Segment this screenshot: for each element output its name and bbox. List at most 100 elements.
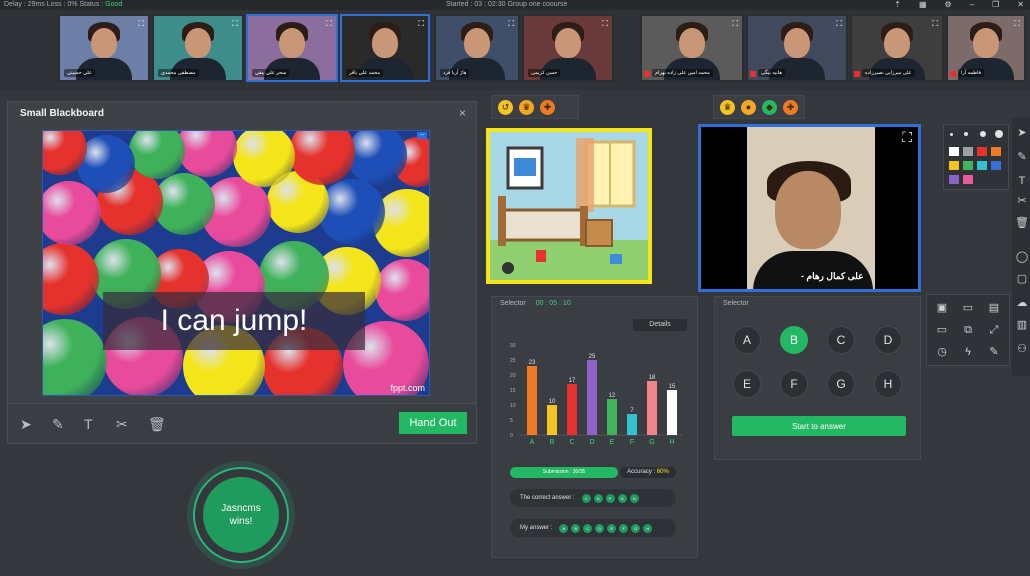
fullscreen-icon[interactable]: ⛶ bbox=[1014, 19, 1020, 29]
fullscreen-icon[interactable]: ⛶ bbox=[732, 19, 738, 29]
chat-icon[interactable]: ▢ bbox=[1015, 272, 1029, 286]
blackboard-canvas[interactable]: I can jump! fppt.com – bbox=[42, 130, 430, 396]
gift-icon[interactable]: ✚ bbox=[783, 99, 798, 115]
color-swatch[interactable] bbox=[963, 161, 973, 170]
option-h-button[interactable]: H bbox=[874, 370, 902, 398]
option-g-button[interactable]: G bbox=[827, 370, 855, 398]
share-screen-icon[interactable]: ⧉ bbox=[961, 323, 975, 337]
color-swatch[interactable] bbox=[977, 161, 987, 170]
size-medium-icon[interactable] bbox=[964, 132, 968, 136]
grid-icon[interactable]: ▦ bbox=[919, 0, 927, 9]
fullscreen-icon[interactable]: ⛶ bbox=[932, 19, 938, 29]
fullscreen-icon[interactable]: ⛶ bbox=[508, 19, 514, 29]
option-d-button[interactable]: D bbox=[874, 326, 902, 354]
trophy-icon[interactable]: ♛ bbox=[720, 99, 735, 115]
participant-name: هانیه بیگی bbox=[758, 69, 785, 77]
answer-dot: G bbox=[631, 523, 641, 533]
pen-icon[interactable]: ✎ bbox=[1015, 150, 1029, 164]
users-icon[interactable]: ⚇ bbox=[1015, 342, 1029, 356]
participant-tile[interactable]: مصطفى محمدي ⛶ bbox=[152, 14, 244, 82]
scissors-icon[interactable]: ✂ bbox=[1015, 194, 1029, 208]
text-icon[interactable]: T bbox=[1015, 174, 1029, 188]
close-icon[interactable]: × bbox=[459, 106, 466, 120]
stage-icon[interactable]: ◆ bbox=[762, 99, 777, 115]
microphone-icon[interactable]: ● bbox=[741, 99, 756, 115]
size-xlarge-icon[interactable] bbox=[995, 130, 1003, 138]
color-swatch[interactable] bbox=[949, 161, 959, 170]
recording-icon bbox=[950, 71, 956, 77]
upload-icon[interactable]: ⇡ bbox=[894, 0, 901, 9]
pointer-icon[interactable]: ➤ bbox=[20, 416, 32, 433]
featured-student-video[interactable]: - علی کمال رهام ⛶ bbox=[698, 124, 921, 292]
participant-tile[interactable]: علی میرزایی نصیرزاده ⛶ bbox=[850, 14, 944, 82]
undo-icon[interactable]: ↺ bbox=[498, 99, 513, 115]
bar-value-label: 12 bbox=[609, 393, 616, 399]
option-f-button[interactable]: F bbox=[780, 370, 808, 398]
my-answer-row: My answer : ABCDEFGH bbox=[510, 519, 676, 537]
color-swatch[interactable] bbox=[963, 147, 973, 156]
save-icon[interactable]: ▤ bbox=[987, 301, 1001, 315]
ball-shape bbox=[319, 179, 385, 245]
participant-tile[interactable]: محمد امین علی زاده بهرام ⛶ bbox=[640, 14, 744, 82]
restore-icon[interactable]: ❐ bbox=[992, 0, 999, 9]
option-e-button[interactable]: E bbox=[733, 370, 761, 398]
participant-tile[interactable]: هانیه بیگی ⛶ bbox=[746, 14, 848, 82]
start-to-answer-button[interactable]: Start to answer bbox=[732, 416, 906, 436]
trash-icon[interactable]: 🗑 bbox=[1015, 216, 1029, 230]
category-label: G bbox=[649, 439, 654, 446]
answer-dot: C bbox=[583, 523, 593, 533]
scissors-icon[interactable]: ✂ bbox=[116, 416, 128, 433]
screen-icon[interactable]: ▭ bbox=[935, 323, 949, 337]
image-icon[interactable]: ▣ bbox=[935, 301, 949, 315]
option-b-button[interactable]: B bbox=[780, 326, 808, 354]
details-button[interactable]: Details bbox=[633, 319, 687, 331]
color-swatch[interactable] bbox=[991, 161, 1001, 170]
minimize-icon[interactable]: – bbox=[970, 0, 974, 9]
gear-icon[interactable]: ⚙ bbox=[945, 0, 952, 9]
size-small-icon[interactable] bbox=[950, 133, 953, 136]
fullscreen-icon[interactable]: ⛶ bbox=[902, 129, 912, 146]
bar-value-label: 15 bbox=[669, 384, 676, 390]
participant-tile[interactable]: حسن کریمی ⛶ bbox=[522, 14, 614, 82]
fullscreen-icon[interactable]: ⛶ bbox=[418, 19, 424, 29]
trash-icon[interactable]: 🗑 bbox=[148, 416, 166, 433]
trophy-icon[interactable]: ♛ bbox=[519, 99, 534, 115]
bar-e bbox=[607, 399, 617, 435]
color-swatch[interactable] bbox=[949, 175, 959, 184]
size-large-icon[interactable] bbox=[980, 131, 986, 137]
gift-icon[interactable]: ✚ bbox=[540, 99, 555, 115]
participant-tile[interactable]: فاطمه آرا ⛶ bbox=[946, 14, 1026, 82]
pen-icon[interactable]: ✎ bbox=[52, 416, 64, 433]
participant-tile[interactable]: علي حسيني ⛶ bbox=[58, 14, 150, 82]
hand-out-button[interactable]: Hand Out bbox=[399, 412, 467, 434]
lightning-icon[interactable]: ϟ bbox=[961, 345, 975, 359]
close-icon[interactable]: ✕ bbox=[1017, 0, 1024, 9]
color-swatch[interactable] bbox=[949, 147, 959, 156]
participant-tile[interactable]: سحر علي بيقي ⛶ bbox=[246, 14, 338, 82]
participant-tile[interactable]: هاژ آریا فرد ⛶ bbox=[434, 14, 520, 82]
edit-icon[interactable]: ✎ bbox=[987, 345, 1001, 359]
option-a-button[interactable]: A bbox=[733, 326, 761, 354]
cloud-icon[interactable]: ☁ bbox=[1015, 296, 1029, 310]
fullscreen-icon[interactable]: ⛶ bbox=[138, 19, 144, 29]
minimize-icon[interactable]: – bbox=[417, 132, 427, 139]
participant-name: مصطفى محمدي bbox=[158, 69, 199, 77]
fullscreen-icon[interactable]: ⛶ bbox=[836, 19, 842, 29]
option-c-button[interactable]: C bbox=[827, 326, 855, 354]
color-swatch[interactable] bbox=[963, 175, 973, 184]
timer-icon[interactable]: ◷ bbox=[935, 345, 949, 359]
color-swatch[interactable] bbox=[977, 147, 987, 156]
participant-tile[interactable]: محمد علي باقر ⛶ bbox=[340, 14, 430, 82]
student-reward-bar: ♛ ● ◆ ✚ bbox=[713, 95, 805, 119]
pointer-icon[interactable]: ➤ bbox=[1015, 126, 1029, 140]
fullscreen-icon[interactable]: ⛶ bbox=[326, 19, 332, 29]
folder-icon[interactable]: ▭ bbox=[961, 301, 975, 315]
expand-icon[interactable]: ⤢ bbox=[987, 323, 1001, 337]
color-palette bbox=[943, 124, 1009, 190]
briefcase-icon[interactable]: ▥ bbox=[1015, 318, 1029, 332]
fullscreen-icon[interactable]: ⛶ bbox=[232, 19, 238, 29]
text-icon[interactable]: T bbox=[84, 416, 93, 432]
color-swatch[interactable] bbox=[991, 147, 1001, 156]
fullscreen-icon[interactable]: ⛶ bbox=[602, 19, 608, 29]
record-icon[interactable]: ◯ bbox=[1015, 250, 1029, 264]
